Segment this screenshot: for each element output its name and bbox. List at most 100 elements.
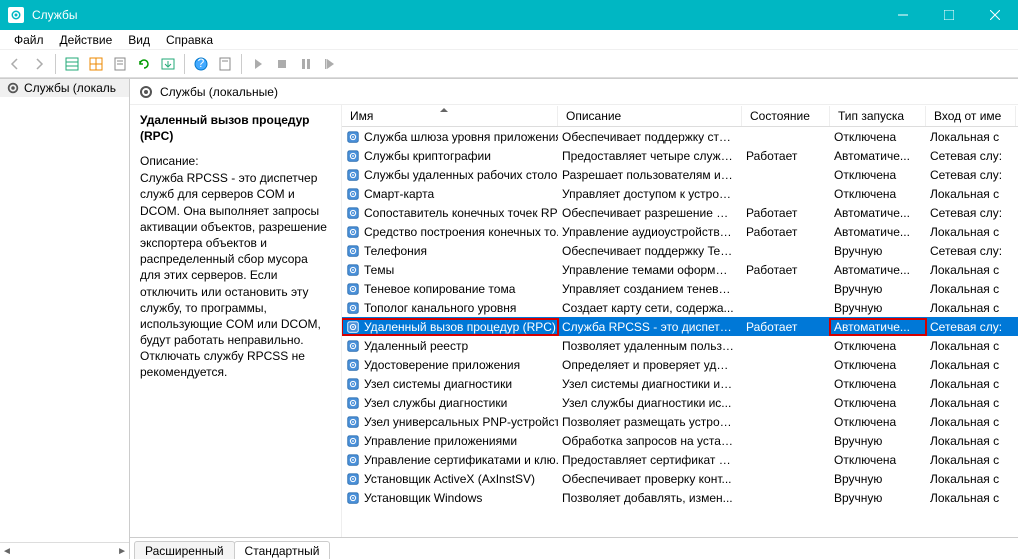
cell-description: Управление темами оформле... [558, 262, 742, 278]
cell-logon: Сетевая слу: [926, 167, 1016, 183]
table-row[interactable]: Службы удаленных рабочих столовРазрешает… [342, 165, 1018, 184]
refresh-icon[interactable] [133, 53, 155, 75]
tree-pane: Службы (локаль ◄ ► [0, 79, 130, 559]
cell-logon: Сетевая слу: [926, 243, 1016, 259]
table-row[interactable]: Установщик ActiveX (AxInstSV)Обеспечивае… [342, 469, 1018, 488]
cell-name: Управление приложениями [342, 433, 558, 449]
menu-action[interactable]: Действие [52, 31, 121, 49]
cell-name: Узел службы диагностики [342, 395, 558, 411]
cell-state [742, 478, 830, 480]
cell-description: Обеспечивает проверку конт... [558, 471, 742, 487]
cell-startup: Отключена [830, 414, 926, 430]
minimize-button[interactable] [880, 0, 926, 30]
table-row[interactable]: Средство построения конечных то...Управл… [342, 222, 1018, 241]
tree-hscroll[interactable]: ◄ ► [0, 542, 129, 559]
list-view-icon[interactable] [61, 53, 83, 75]
cell-description: Создает карту сети, содержа... [558, 300, 742, 316]
table-row[interactable]: Смарт-картаУправляет доступом к устрой..… [342, 184, 1018, 203]
cell-name: Смарт-карта [342, 186, 558, 202]
cell-state [742, 421, 830, 423]
cell-state [742, 383, 830, 385]
cell-logon: Локальная с [926, 471, 1016, 487]
service-icon [346, 301, 360, 315]
column-name[interactable]: Имя [342, 106, 558, 126]
service-icon [346, 434, 360, 448]
cell-description: Позволяет удаленным пользо... [558, 338, 742, 354]
properties-icon-2[interactable] [214, 53, 236, 75]
table-row[interactable]: Управление сертификатами и клю...Предост… [342, 450, 1018, 469]
service-icon [346, 358, 360, 372]
table-row[interactable]: Службы криптографииПредоставляет четыре … [342, 146, 1018, 165]
cell-startup: Автоматиче... [830, 148, 926, 164]
cell-state [742, 459, 830, 461]
cell-name: Темы [342, 262, 558, 278]
scroll-right-icon[interactable]: ► [117, 546, 127, 557]
cell-logon: Локальная с [926, 452, 1016, 468]
menu-view[interactable]: Вид [120, 31, 158, 49]
menu-help[interactable]: Справка [158, 31, 221, 49]
tab-extended[interactable]: Расширенный [134, 541, 235, 559]
detail-view-icon[interactable] [85, 53, 107, 75]
cell-description: Предоставляет сертификат X.... [558, 452, 742, 468]
cell-state [742, 136, 830, 138]
back-button [4, 53, 26, 75]
table-row[interactable]: Узел универсальных PNP-устройствПозволяе… [342, 412, 1018, 431]
table-row[interactable]: ТелефонияОбеспечивает поддержку Tele...В… [342, 241, 1018, 260]
table-row[interactable]: Управление приложениямиОбработка запросо… [342, 431, 1018, 450]
close-button[interactable] [972, 0, 1018, 30]
table-row[interactable]: Служба шлюза уровня приложенияОбеспечива… [342, 127, 1018, 146]
table-row[interactable]: Теневое копирование томаУправляет создан… [342, 279, 1018, 298]
cell-logon: Сетевая слу: [926, 319, 1016, 335]
tab-standard[interactable]: Стандартный [234, 541, 331, 559]
table-row[interactable]: Удаленный вызов процедур (RPC)Служба RPC… [342, 317, 1018, 336]
column-logon[interactable]: Вход от име [926, 106, 1016, 126]
column-description[interactable]: Описание [558, 106, 742, 126]
table-row[interactable]: Сопоставитель конечных точек RPCОбеспечи… [342, 203, 1018, 222]
gear-icon [138, 84, 154, 100]
cell-startup: Отключена [830, 395, 926, 411]
table-row[interactable]: Удаленный реестрПозволяет удаленным поль… [342, 336, 1018, 355]
cell-state [742, 288, 830, 290]
service-icon [346, 244, 360, 258]
maximize-button[interactable] [926, 0, 972, 30]
service-icon [346, 149, 360, 163]
service-icon [346, 339, 360, 353]
cell-logon: Локальная с [926, 300, 1016, 316]
service-icon [346, 453, 360, 467]
table-row[interactable]: Узел системы диагностикиУзел системы диа… [342, 374, 1018, 393]
table-row[interactable]: Удостоверение приложенияОпределяет и про… [342, 355, 1018, 374]
tree-root-node[interactable]: Службы (локаль [0, 79, 129, 97]
scroll-left-icon[interactable]: ◄ [2, 546, 12, 557]
cell-state [742, 402, 830, 404]
table-row[interactable]: ТемыУправление темами оформле...Работает… [342, 260, 1018, 279]
cell-startup: Вручную [830, 490, 926, 506]
cell-name: Удаленный реестр [342, 338, 558, 354]
service-icon [346, 377, 360, 391]
cell-logon: Локальная с [926, 262, 1016, 278]
cell-name: Средство построения конечных то... [342, 224, 558, 240]
cell-state [742, 193, 830, 195]
cell-name: Установщик Windows [342, 490, 558, 506]
start-service-icon [247, 53, 269, 75]
restart-service-icon [319, 53, 341, 75]
cell-name: Управление сертификатами и клю... [342, 452, 558, 468]
service-icon [346, 263, 360, 277]
properties-icon[interactable] [109, 53, 131, 75]
cell-startup: Отключена [830, 338, 926, 354]
cell-state: Работает [742, 205, 830, 221]
cell-logon: Локальная с [926, 395, 1016, 411]
menu-file[interactable]: Файл [6, 31, 52, 49]
cell-name: Службы удаленных рабочих столов [342, 167, 558, 183]
app-icon [8, 7, 24, 23]
table-row[interactable]: Узел службы диагностикиУзел службы диагн… [342, 393, 1018, 412]
column-state[interactable]: Состояние [742, 106, 830, 126]
cell-state: Работает [742, 319, 830, 335]
table-row[interactable]: Установщик WindowsПозволяет добавлять, и… [342, 488, 1018, 507]
export-icon[interactable] [157, 53, 179, 75]
cell-state [742, 345, 830, 347]
column-startup[interactable]: Тип запуска [830, 106, 926, 126]
cell-startup: Отключена [830, 186, 926, 202]
help-icon[interactable]: ? [190, 53, 212, 75]
cell-startup: Отключена [830, 376, 926, 392]
table-row[interactable]: Тополог канального уровняСоздает карту с… [342, 298, 1018, 317]
